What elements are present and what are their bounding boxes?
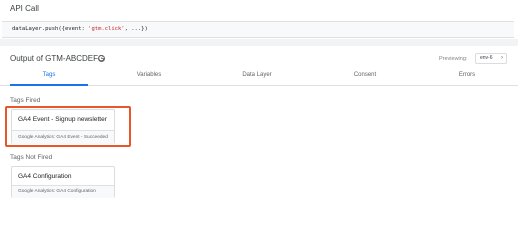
tab-consent[interactable]: Consent bbox=[326, 72, 404, 78]
tab-errors[interactable]: Errors bbox=[428, 72, 506, 78]
tab-data-layer[interactable]: Data Layer bbox=[218, 72, 296, 78]
code-suffix: , ...}) bbox=[124, 26, 148, 32]
output-title: Output of GTM-ABCDEFG bbox=[10, 54, 105, 63]
api-call-code-box: dataLayer.push({event: 'gtm.click', ...}… bbox=[2, 21, 514, 38]
tag-name: GA4 Configuration bbox=[18, 173, 72, 180]
active-tab-indicator bbox=[10, 84, 88, 86]
api-call-title: API Call bbox=[10, 4, 39, 13]
api-call-code: dataLayer.push({event: 'gtm.click', ...}… bbox=[12, 26, 148, 32]
code-string: 'gtm.click' bbox=[88, 26, 125, 32]
section-divider bbox=[0, 39, 518, 46]
tag-detail: Google Analytics: GA4 Event - Succeeded bbox=[12, 130, 114, 144]
code-prefix: dataLayer.push({event: bbox=[12, 26, 89, 32]
environment-value: env-6 bbox=[480, 55, 493, 61]
environment-select[interactable]: env-6 › bbox=[475, 53, 507, 64]
tags-not-fired-label: Tags Not Fired bbox=[10, 154, 53, 161]
previewing-label: Previewing: bbox=[439, 56, 468, 62]
output-tabs: Tags Variables Data Layer Consent Errors bbox=[0, 68, 518, 86]
tab-tags[interactable]: Tags bbox=[10, 72, 88, 78]
tags-fired-label: Tags Fired bbox=[10, 97, 41, 104]
tag-card-not-fired[interactable]: GA4 Configuration Google Analytics: GA4 … bbox=[11, 166, 115, 198]
output-header: Output of GTM-ABCDEFG ? Previewing: env-… bbox=[0, 46, 518, 68]
tag-card-fired[interactable]: GA4 Event - Signup newsletter Google Ana… bbox=[11, 109, 115, 144]
tag-name: GA4 Event - Signup newsletter bbox=[18, 116, 107, 123]
chevron-right-icon: › bbox=[501, 55, 503, 61]
help-circle-icon[interactable]: ? bbox=[98, 55, 105, 62]
tag-detail: Google Analytics: GA4 Configuration bbox=[12, 185, 114, 198]
tab-variables[interactable]: Variables bbox=[110, 72, 188, 78]
